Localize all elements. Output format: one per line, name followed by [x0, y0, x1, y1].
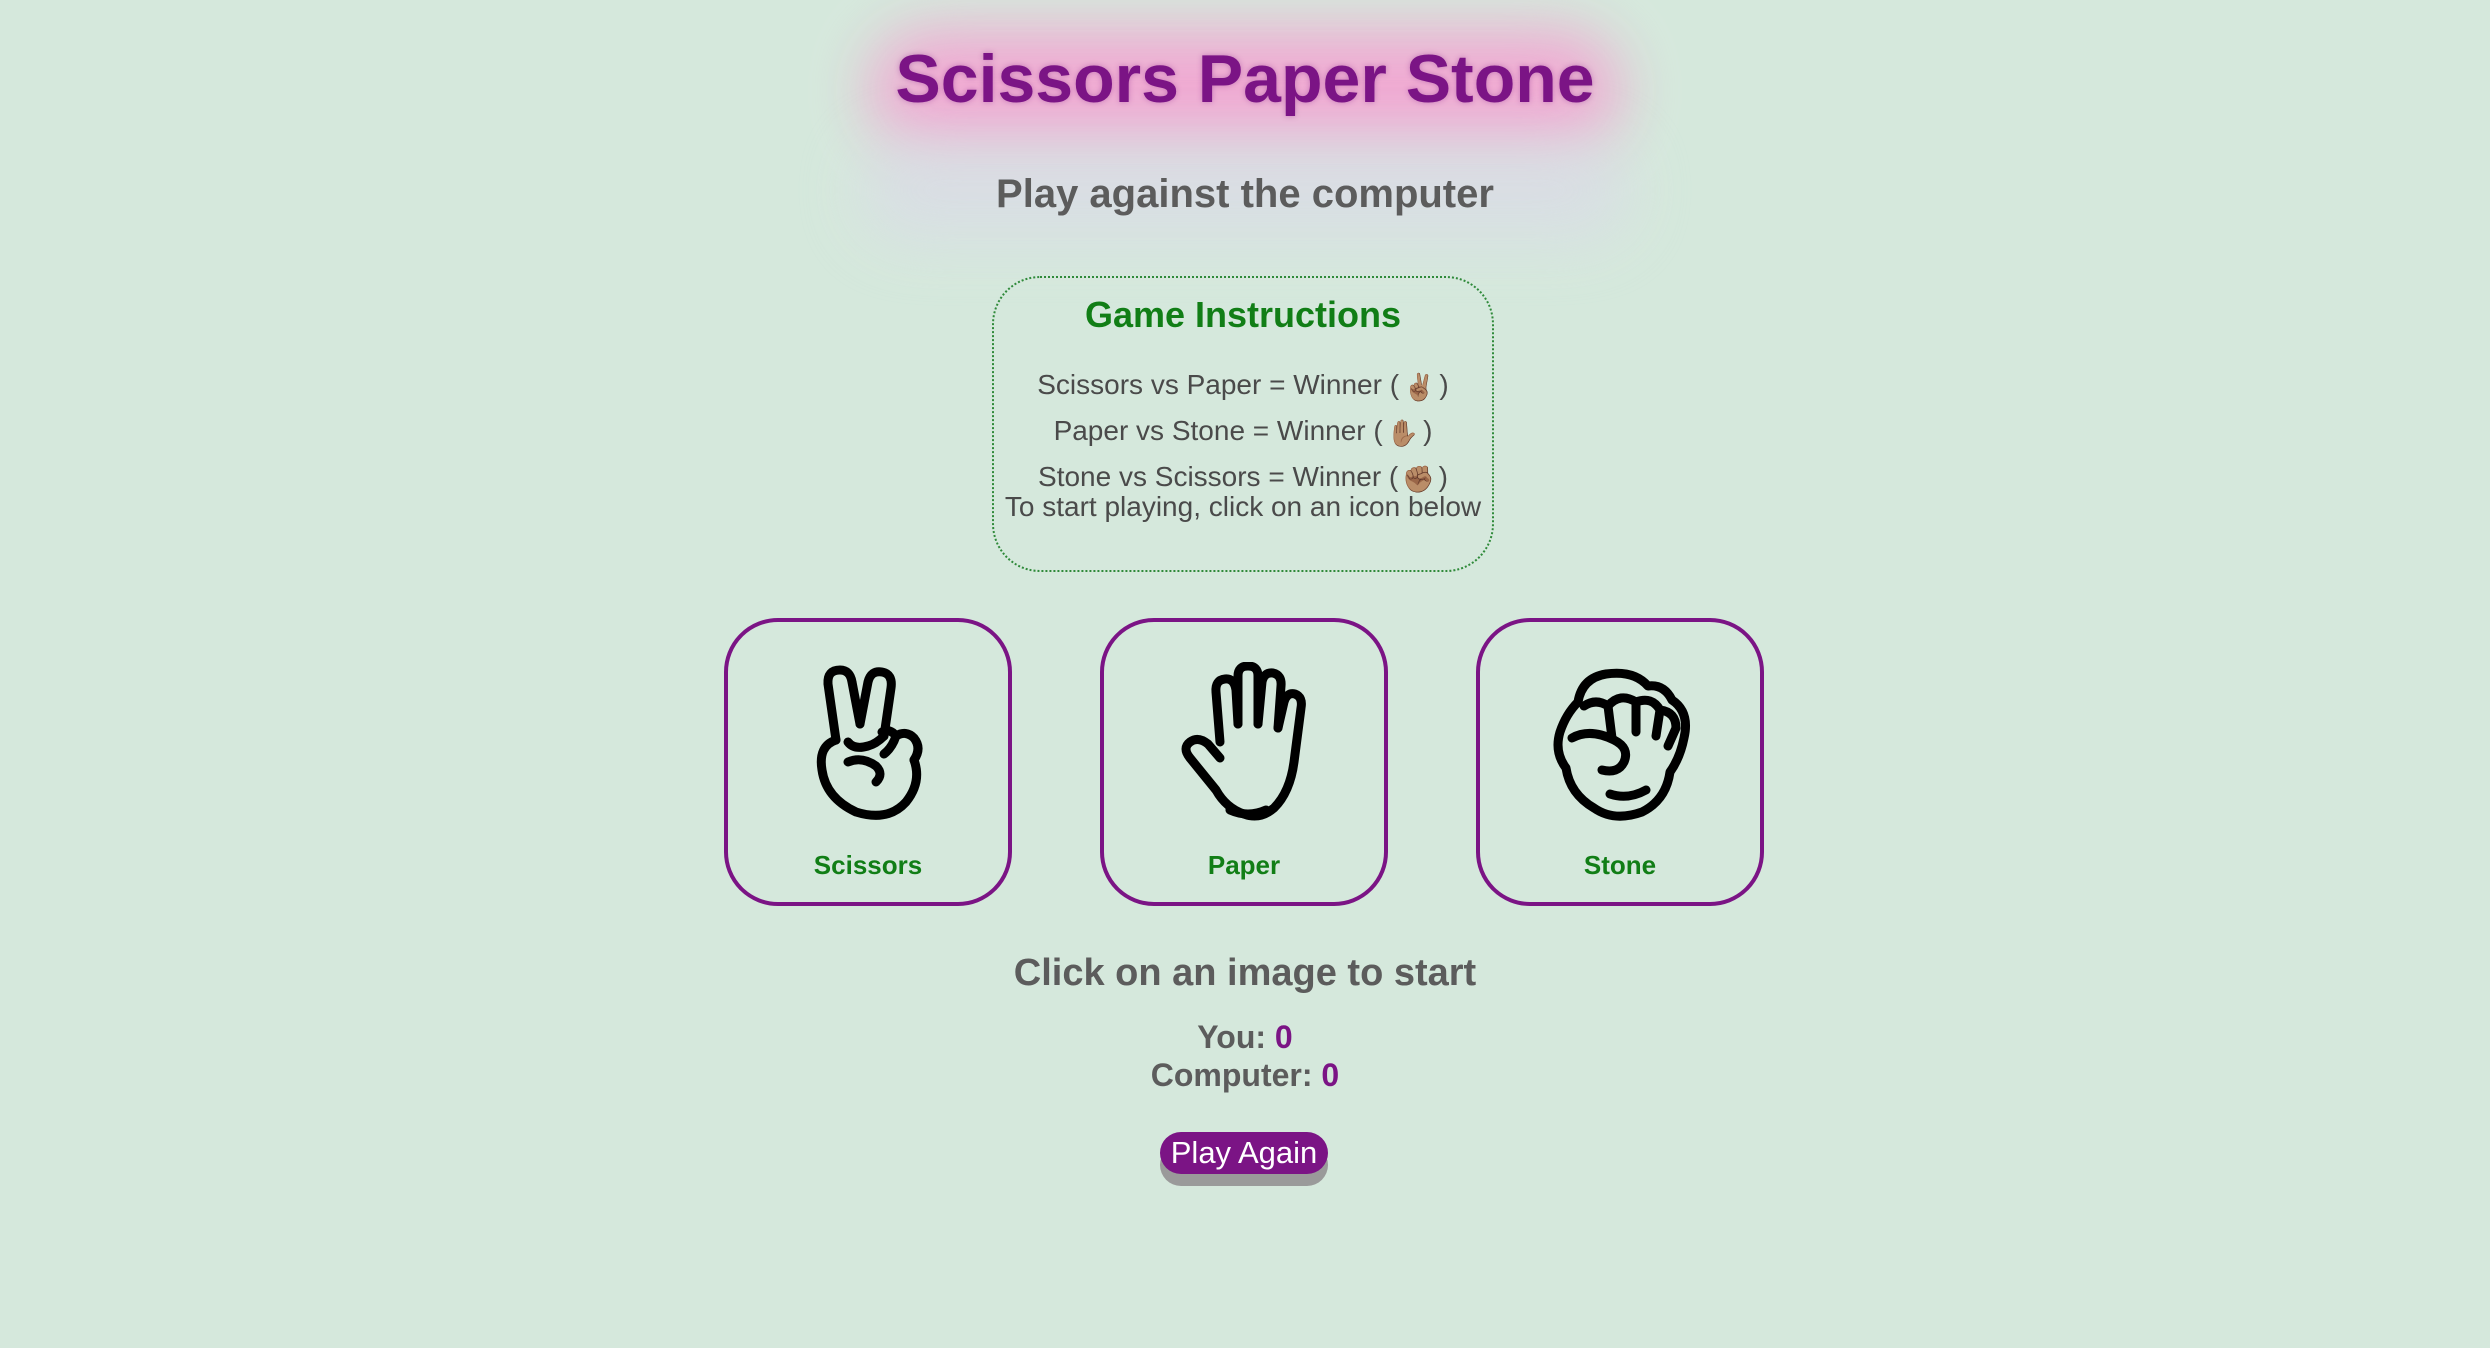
player-score-label: You:: [1197, 1019, 1267, 1055]
instructions-rules: Scissors vs Paper = Winner (✌🏽) Paper vs…: [994, 362, 1492, 500]
scissors-choice-button[interactable]: Scissors: [724, 618, 1012, 906]
scissors-emoji-icon: ✌🏽: [1403, 371, 1436, 402]
scissors-hand-icon: [816, 665, 923, 820]
rule-text: Paper vs Stone = Winner (: [1053, 415, 1383, 446]
game-page: Scissors Paper Stone Play against the co…: [0, 0, 2490, 1348]
paper-emoji-icon: ✋🏽: [1386, 417, 1420, 448]
page-subtitle: Play against the computer: [996, 172, 1494, 216]
scoreboard: You: 0 Computer: 0: [0, 1018, 2490, 1094]
instructions-title: Game Instructions: [1084, 294, 1402, 335]
rule-close: ): [1438, 461, 1448, 492]
paper-label: Paper: [1207, 850, 1281, 880]
rule-scissors-vs-paper: Scissors vs Paper = Winner (✌🏽): [994, 362, 1492, 408]
paper-choice-button[interactable]: Paper: [1100, 618, 1388, 906]
instructions-box: Game Instructions Scissors vs Paper = Wi…: [992, 276, 1494, 572]
rule-close: ): [1423, 415, 1433, 446]
page-title: Scissors Paper Stone: [895, 41, 1595, 117]
scissors-label: Scissors: [813, 850, 923, 880]
player-score-value: 0: [1274, 1019, 1293, 1055]
rule-close: ): [1439, 369, 1449, 400]
paper-hand-icon: [1181, 662, 1306, 821]
header: Scissors Paper Stone Play against the co…: [0, 0, 2490, 270]
player-score: You: 0: [0, 1018, 2490, 1056]
rule-paper-vs-stone: Paper vs Stone = Winner (✋🏽): [994, 408, 1492, 454]
rule-text: Stone vs Scissors = Winner (: [1038, 461, 1399, 492]
rule-text: Scissors vs Paper = Winner (: [1037, 369, 1400, 400]
computer-score: Computer: 0: [0, 1056, 2490, 1094]
choice-row: Scissors Paper Stone: [0, 618, 2490, 908]
play-again-button[interactable]: Play Again: [1160, 1132, 1328, 1174]
game-status: Click on an image to start: [1013, 952, 1477, 994]
stone-label: Stone: [1583, 850, 1657, 880]
stone-fist-icon: [1553, 668, 1690, 821]
computer-score-label: Computer:: [1150, 1057, 1313, 1093]
start-hint: To start playing, click on an icon below: [1004, 491, 1482, 522]
computer-score-value: 0: [1321, 1057, 1340, 1093]
stone-choice-button[interactable]: Stone: [1476, 618, 1764, 906]
